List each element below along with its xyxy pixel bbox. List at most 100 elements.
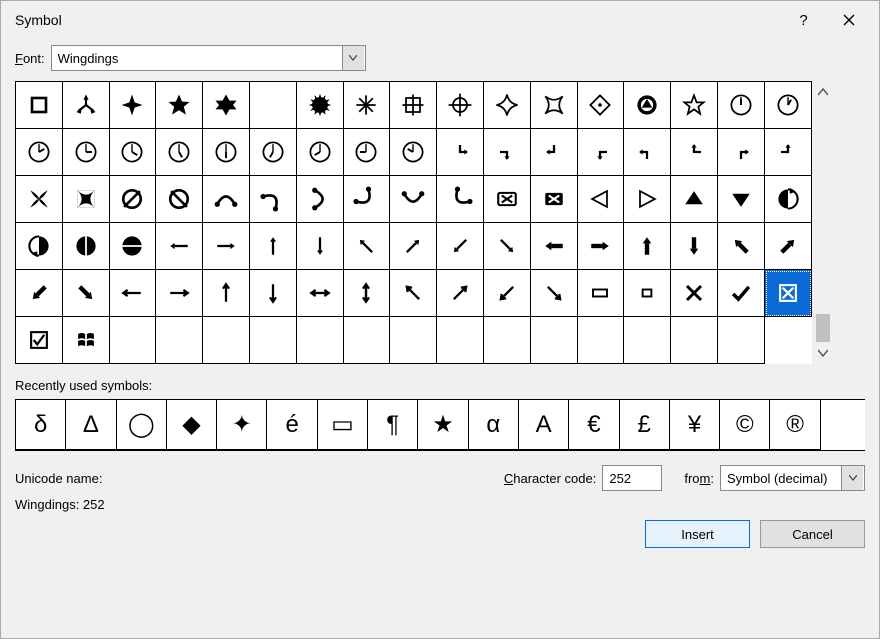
recent-grid[interactable]: δΔ◯◆✦é▭¶★αA€£¥©® — [15, 399, 865, 451]
symbol-dslash-ccw[interactable] — [110, 176, 157, 223]
symbol-arrow-l[interactable] — [156, 223, 203, 270]
symbol-oarrow-l[interactable] — [110, 270, 157, 317]
symbol-empty[interactable] — [624, 317, 671, 364]
recent-symbol[interactable]: ✦ — [217, 400, 267, 450]
symbol-bold-ul[interactable] — [718, 223, 765, 270]
symbol-empty[interactable] — [250, 317, 297, 364]
from-combo[interactable] — [720, 465, 865, 491]
font-input[interactable] — [52, 46, 342, 70]
symbol-sparkle4[interactable] — [484, 82, 531, 129]
recent-symbol[interactable]: é — [267, 400, 317, 450]
font-combo[interactable] — [51, 45, 366, 71]
symbol-halfcirc-l[interactable] — [765, 176, 812, 223]
symbol-tri-r[interactable] — [624, 176, 671, 223]
symbol-bold-dl[interactable] — [16, 270, 63, 317]
symbol-clock12[interactable] — [718, 82, 765, 129]
symbol-clock6[interactable] — [203, 129, 250, 176]
recent-symbol[interactable]: ◆ — [167, 400, 217, 450]
symbol-grid[interactable]: 16,4 18.16941869558779,11.49515566048790… — [15, 81, 812, 364]
symbol-check[interactable] — [718, 270, 765, 317]
symbol-caret-d[interactable] — [718, 176, 765, 223]
recent-symbol[interactable]: ¶ — [368, 400, 418, 450]
charcode-input[interactable] — [602, 465, 662, 491]
symbol-empty[interactable] — [718, 317, 765, 364]
symbol-loop4[interactable] — [344, 176, 391, 223]
symbol-bold-d[interactable] — [671, 223, 718, 270]
symbol-turn-rd[interactable] — [484, 129, 531, 176]
recent-symbol[interactable]: δ — [16, 400, 66, 450]
symbol-oarrow-ul[interactable] — [390, 270, 437, 317]
recent-symbol[interactable]: ¥ — [670, 400, 720, 450]
symbol-arrow-dl[interactable] — [437, 223, 484, 270]
recent-symbol[interactable]: A — [519, 400, 569, 450]
symbol-dia-outline[interactable] — [578, 82, 625, 129]
symbol-wstar5[interactable] — [671, 82, 718, 129]
symbol-rect-h[interactable] — [578, 270, 625, 317]
symbol-dslash-cw[interactable] — [156, 176, 203, 223]
symbol-clock8[interactable] — [297, 129, 344, 176]
symbol-disc-split-h[interactable] — [110, 223, 157, 270]
symbol-turn-dr[interactable] — [437, 129, 484, 176]
symbol-oarrow-ur[interactable] — [437, 270, 484, 317]
symbol-empty[interactable] — [531, 317, 578, 364]
symbol-boxx[interactable] — [765, 270, 812, 317]
recent-symbol[interactable]: £ — [620, 400, 670, 450]
symbol-empty[interactable] — [156, 317, 203, 364]
symbol-xmark[interactable] — [671, 270, 718, 317]
symbol-scrollbar[interactable] — [812, 81, 834, 364]
symbol-disc-split-v[interactable] — [63, 223, 110, 270]
symbol-oarrow-dl[interactable] — [484, 270, 531, 317]
close-button[interactable] — [826, 5, 871, 35]
recent-symbol[interactable]: Δ — [66, 400, 116, 450]
recent-symbol[interactable]: € — [569, 400, 619, 450]
symbol-rect-sm[interactable] — [624, 270, 671, 317]
symbol-turn-ul[interactable] — [624, 129, 671, 176]
symbol-empty[interactable] — [437, 317, 484, 364]
symbol-bstar5[interactable] — [156, 82, 203, 129]
symbol-clock2[interactable] — [16, 129, 63, 176]
font-dropdown-button[interactable] — [342, 46, 364, 70]
recent-symbol[interactable]: ® — [770, 400, 820, 450]
recent-symbol[interactable]: ▭ — [318, 400, 368, 450]
recent-symbol[interactable]: © — [720, 400, 770, 450]
symbol-star6b[interactable] — [203, 82, 250, 129]
symbol-loop3[interactable] — [297, 176, 344, 223]
symbol-tri-l[interactable] — [578, 176, 625, 223]
scroll-thumb[interactable] — [816, 314, 830, 342]
symbol-turn-dl[interactable] — [531, 129, 578, 176]
recent-symbol[interactable]: ★ — [418, 400, 468, 450]
symbol-empty[interactable] — [344, 317, 391, 364]
symbol-target-sq[interactable] — [390, 82, 437, 129]
help-button[interactable]: ? — [781, 5, 826, 35]
symbol-bullseye[interactable] — [624, 82, 671, 129]
symbol-clock5[interactable] — [156, 129, 203, 176]
symbol-bold-l[interactable] — [531, 223, 578, 270]
symbol-bold-ur[interactable] — [765, 223, 812, 270]
symbol-oarrow-u[interactable] — [203, 270, 250, 317]
symbol-clock4[interactable] — [110, 129, 157, 176]
symbol-arrow-ur[interactable] — [390, 223, 437, 270]
symbol-arrow-d[interactable] — [297, 223, 344, 270]
cancel-button[interactable]: Cancel — [760, 520, 865, 548]
symbol-clock9[interactable] — [344, 129, 391, 176]
symbol-pinch[interactable] — [531, 82, 578, 129]
symbol-empty[interactable] — [671, 317, 718, 364]
symbol-leaf4[interactable] — [16, 176, 63, 223]
from-input[interactable] — [721, 466, 841, 490]
symbol-loop5[interactable] — [390, 176, 437, 223]
symbol-turn-ld[interactable] — [578, 129, 625, 176]
insert-button[interactable]: Insert — [645, 520, 750, 548]
symbol-empty[interactable] — [110, 317, 157, 364]
symbol-empty[interactable] — [297, 317, 344, 364]
symbol-arrow-dr[interactable] — [484, 223, 531, 270]
symbol-loop1[interactable] — [203, 176, 250, 223]
scroll-down-button[interactable] — [814, 344, 832, 362]
symbol-turn-ru[interactable] — [765, 129, 812, 176]
symbol-star4[interactable] — [110, 82, 157, 129]
symbol-empty[interactable] — [578, 317, 625, 364]
symbol-oarrow-ud[interactable] — [344, 270, 391, 317]
symbol-star7[interactable]: 16,4 18.16941869558779,11.49515566048790… — [250, 82, 297, 129]
symbol-clock1[interactable] — [765, 82, 812, 129]
symbol-bold-r[interactable] — [578, 223, 625, 270]
symbol-arrow-ul[interactable] — [344, 223, 391, 270]
